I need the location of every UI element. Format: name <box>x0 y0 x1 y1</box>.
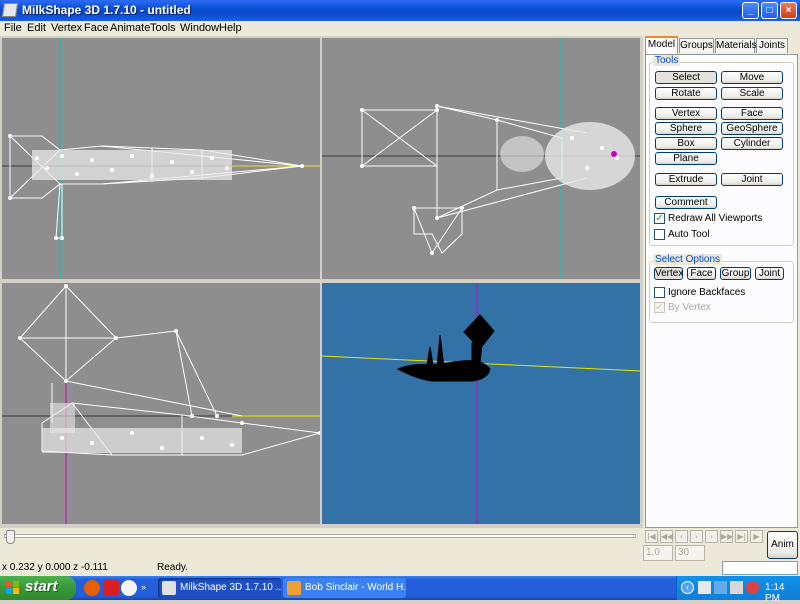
joint-tool-button[interactable]: Joint <box>721 173 783 186</box>
select-joint-button[interactable]: Joint <box>755 267 784 280</box>
title-bar: MilkShape 3D 1.7.10 - untitled _ □ × <box>0 0 800 21</box>
comment-button[interactable]: Comment <box>655 196 717 209</box>
status-message: Ready. <box>157 562 188 573</box>
maximize-button[interactable]: □ <box>761 2 778 19</box>
redraw-all-checkbox[interactable]: ✓ <box>654 213 665 224</box>
scale-button[interactable]: Scale <box>721 87 783 100</box>
quicklaunch-expand-icon[interactable]: » <box>141 582 146 592</box>
menu-help[interactable]: Help <box>219 22 242 34</box>
timeline-slider-thumb[interactable] <box>6 530 15 544</box>
close-button[interactable]: × <box>780 2 797 19</box>
select-face-button[interactable]: Face <box>687 267 716 280</box>
vertex-button[interactable]: Vertex <box>655 107 717 120</box>
coordinates-readout: x 0.232 y 0.000 z -0.111 <box>2 562 108 573</box>
tab-model[interactable]: Model <box>645 36 678 54</box>
rotate-button[interactable]: Rotate <box>655 87 717 100</box>
viewport-side[interactable] <box>2 283 320 524</box>
taskbar: start » MilkShape 3D 1.7.10 ... Bob Sinc… <box>0 576 800 604</box>
box-button[interactable]: Box <box>655 137 717 150</box>
select-options-label: Select Options <box>653 254 723 265</box>
windows-logo-icon <box>6 581 19 594</box>
anim-button[interactable]: Anim <box>767 531 798 559</box>
extrude-button[interactable]: Extrude <box>655 173 717 186</box>
security-icon[interactable] <box>746 581 759 594</box>
menu-vertex[interactable]: Vertex <box>51 22 82 34</box>
plane-button[interactable]: Plane <box>655 152 717 165</box>
taskbar-item-milkshape[interactable]: MilkShape 3D 1.7.10 ... <box>158 578 281 598</box>
geosphere-button[interactable]: GeoSphere <box>721 122 783 135</box>
start-button[interactable]: start <box>0 576 76 600</box>
end-frame-field[interactable]: 30 <box>675 545 705 561</box>
taskbar-item-media[interactable]: Bob Sinclair - World H... <box>283 578 406 598</box>
minimize-button[interactable]: _ <box>742 2 759 19</box>
first-frame-button[interactable]: |◀ <box>645 530 658 543</box>
menu-edit[interactable]: Edit <box>27 22 46 34</box>
by-vertex-label: By Vertex <box>668 302 711 313</box>
milkshape-app-icon[interactable] <box>2 3 18 17</box>
next-frame-button[interactable]: › <box>705 530 718 543</box>
clock[interactable]: 1:14 PM <box>765 582 800 604</box>
move-button[interactable]: Move <box>721 71 783 84</box>
tab-joints[interactable]: Joints <box>756 38 788 53</box>
media-player-icon[interactable] <box>121 580 137 596</box>
viewport-front[interactable] <box>322 38 640 279</box>
ignore-backfaces-checkbox[interactable] <box>654 287 665 298</box>
firefox-icon[interactable] <box>84 580 100 596</box>
menu-bar: File Edit Vertex Face Animate Tools Wind… <box>0 21 800 37</box>
prev-frame-button[interactable]: ‹ <box>675 530 688 543</box>
window-title: MilkShape 3D 1.7.10 - untitled <box>22 3 191 17</box>
menu-face[interactable]: Face <box>84 22 108 34</box>
media-taskbar-icon <box>287 581 301 595</box>
viewport-top[interactable] <box>2 38 320 279</box>
auto-tool-label: Auto Tool <box>668 229 710 240</box>
select-button[interactable]: Select <box>655 71 717 84</box>
play-button[interactable]: › <box>690 530 703 543</box>
network-icon[interactable] <box>698 581 711 594</box>
menu-animate[interactable]: Animate <box>110 22 150 34</box>
status-field <box>722 561 798 575</box>
menu-tools[interactable]: Tools <box>150 22 176 34</box>
tab-groups[interactable]: Groups <box>679 38 714 53</box>
taskbar-item-label: Bob Sinclair - World H... <box>305 582 406 593</box>
last-frame-button[interactable]: ▶| <box>735 530 748 543</box>
timeline-track[interactable] <box>4 534 636 538</box>
next-key-button[interactable]: ▶▶ <box>720 530 733 543</box>
viewport-3d[interactable] <box>322 283 640 524</box>
prev-key-button[interactable]: ◀◀ <box>660 530 673 543</box>
menu-file[interactable]: File <box>4 22 22 34</box>
start-label: start <box>25 578 58 595</box>
by-vertex-checkbox: ✓ <box>654 302 665 313</box>
milkshape-taskbar-icon <box>162 581 176 595</box>
redraw-all-label: Redraw All Viewports <box>668 213 763 224</box>
start-frame-field[interactable]: 1.0 <box>643 545 673 561</box>
menu-window[interactable]: Window <box>180 22 219 34</box>
tray-expand-icon[interactable]: ‹ <box>681 581 694 594</box>
sphere-button[interactable]: Sphere <box>655 122 717 135</box>
ignore-backfaces-label: Ignore Backfaces <box>668 287 746 298</box>
select-group-button[interactable]: Group <box>720 267 751 280</box>
loop-button[interactable]: ▶ <box>750 530 763 543</box>
adobe-icon[interactable] <box>103 580 119 596</box>
viewports-area <box>0 36 642 528</box>
tools-group-label: Tools <box>653 55 681 66</box>
animation-bar: |◀ ◀◀ ‹ › › ▶▶ ▶| ▶ 1.0 30 Anim x 0.232 … <box>0 528 800 576</box>
volume-icon[interactable] <box>730 581 743 594</box>
monitor-icon[interactable] <box>714 581 727 594</box>
cylinder-button[interactable]: Cylinder <box>721 137 783 150</box>
tool-panel: Model Groups Materials Joints Tools Sele… <box>643 36 800 528</box>
face-button[interactable]: Face <box>721 107 783 120</box>
tab-materials[interactable]: Materials <box>715 38 757 53</box>
system-tray: ‹ 1:14 PM <box>676 576 800 604</box>
select-vertex-button[interactable]: Vertex <box>654 267 683 280</box>
auto-tool-checkbox[interactable] <box>654 229 665 240</box>
taskbar-item-label: MilkShape 3D 1.7.10 ... <box>180 582 281 593</box>
